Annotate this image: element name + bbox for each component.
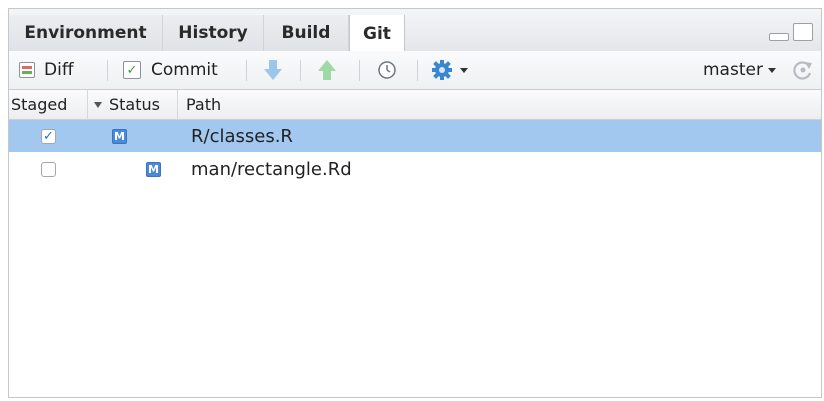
modified-badge: M — [146, 161, 161, 177]
tab-environment[interactable]: Environment — [9, 15, 163, 51]
checkbox-icon: ✓ — [123, 61, 141, 79]
column-header-status[interactable]: Status — [93, 90, 183, 119]
toolbar-divider — [107, 60, 108, 81]
toolbar-divider — [300, 60, 301, 81]
more-menu-button[interactable] — [431, 51, 469, 89]
column-label: Status — [109, 95, 160, 114]
git-pane: Environment History Build Git Diff ✓ Com… — [8, 8, 822, 398]
diff-label: Diff — [44, 60, 74, 80]
table-row[interactable]: M man/rectangle.Rd — [9, 153, 821, 185]
history-button[interactable] — [377, 51, 397, 89]
minimize-icon[interactable] — [769, 33, 789, 41]
window-controls — [769, 23, 813, 41]
toolbar-divider — [359, 60, 360, 81]
staged-cell: ✓ — [41, 120, 56, 152]
tab-history[interactable]: History — [163, 15, 264, 51]
file-path: R/classes.R — [191, 125, 293, 147]
chevron-down-icon — [460, 68, 468, 73]
tab-bar: Environment History Build Git — [9, 9, 821, 52]
status-cell: M — [112, 120, 127, 152]
toolbar-divider — [246, 60, 247, 81]
column-label: Staged — [11, 95, 68, 114]
table-row[interactable]: ✓ M R/classes.R — [9, 120, 821, 152]
tab-git[interactable]: Git — [349, 15, 405, 52]
commit-button[interactable]: ✓ Commit — [123, 51, 218, 89]
push-button[interactable] — [317, 51, 337, 89]
refresh-button[interactable] — [792, 51, 814, 89]
path-cell: R/classes.R — [191, 120, 293, 152]
commit-label: Commit — [151, 60, 218, 80]
refresh-icon — [793, 61, 812, 80]
tab-build[interactable]: Build — [264, 15, 349, 51]
chevron-down-icon — [767, 68, 776, 73]
status-cell: M — [146, 153, 161, 185]
arrow-down-icon — [264, 60, 282, 80]
path-cell: man/rectangle.Rd — [191, 153, 352, 185]
pull-button[interactable] — [263, 51, 283, 89]
column-divider — [87, 90, 88, 119]
column-divider — [177, 90, 178, 119]
gear-icon — [432, 60, 452, 80]
column-header-path[interactable]: Path — [186, 90, 386, 119]
staged-checkbox[interactable] — [41, 161, 56, 177]
clock-icon — [378, 61, 396, 79]
staged-cell — [41, 153, 56, 185]
diff-button[interactable]: Diff — [19, 51, 74, 89]
arrow-up-icon — [318, 60, 336, 80]
modified-badge: M — [112, 128, 127, 144]
git-toolbar: Diff ✓ Commit master — [9, 51, 821, 90]
staged-checkbox[interactable]: ✓ — [41, 128, 56, 144]
table-header: Staged Status Path — [9, 90, 821, 120]
diff-icon — [19, 62, 35, 78]
column-header-staged[interactable]: Staged — [11, 90, 91, 119]
column-label: Path — [186, 95, 222, 114]
toolbar-divider — [417, 60, 418, 81]
file-path: man/rectangle.Rd — [191, 158, 352, 180]
maximize-icon[interactable] — [793, 23, 813, 41]
sort-descending-icon — [94, 101, 102, 108]
branch-label: master — [703, 60, 763, 80]
branch-selector[interactable]: master — [703, 51, 777, 89]
